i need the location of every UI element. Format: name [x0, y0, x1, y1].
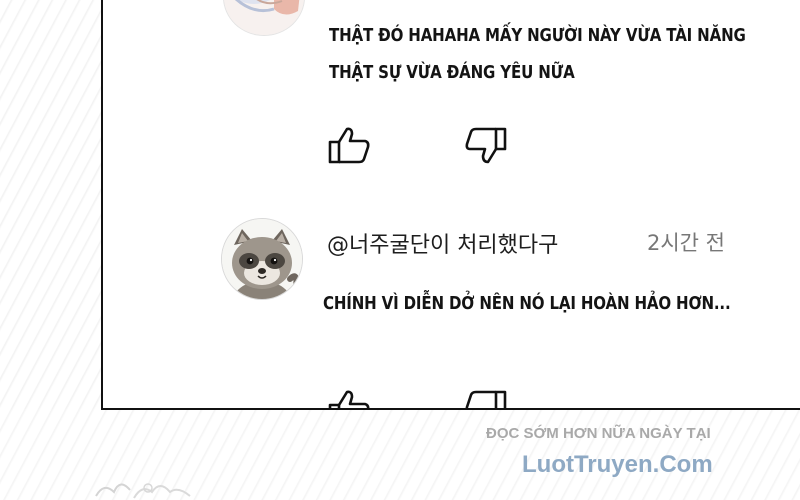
thumbs-down-icon	[465, 127, 507, 164]
comment-text-line-2: THẬT SỰ VỪA ĐÁNG YÊU NỮA	[329, 63, 575, 83]
commenter-avatar[interactable]	[221, 218, 303, 300]
sketch-fragment	[95, 483, 191, 499]
thumbs-up-icon	[328, 127, 370, 164]
thumbs-down-icon	[465, 390, 507, 408]
watermark-line-2[interactable]: LuotTruyen.Com	[522, 451, 713, 479]
comment-timestamp: 2시간 전	[647, 231, 725, 255]
anime-avatar-icon	[224, 0, 304, 35]
thumbs-up-icon	[328, 390, 370, 408]
like-button[interactable]	[327, 125, 371, 165]
commenter-avatar-top	[223, 0, 305, 36]
comment-username[interactable]: @너주굴단이 처리했다구	[327, 227, 558, 259]
dislike-button-2[interactable]	[464, 389, 508, 408]
raccoon-avatar-icon	[222, 219, 302, 299]
comment-text: CHÍNH VÌ DIỄN DỞ NÊN NÓ LẠI HOÀN HẢO HƠN…	[323, 294, 731, 314]
like-button-2[interactable]	[327, 388, 371, 408]
comment-text-line-1: THẬT ĐÓ HAHAHA MẤY NGƯỜI NÀY VỪA TÀI NĂN…	[329, 26, 746, 46]
watermark-line-1: ĐỌC SỚM HƠN NỮA NGÀY TẠI	[486, 425, 711, 442]
dislike-button[interactable]	[464, 126, 508, 166]
comment-panel: THẬT ĐÓ HAHAHA MẤY NGƯỜI NÀY VỪA TÀI NĂN…	[101, 0, 800, 410]
